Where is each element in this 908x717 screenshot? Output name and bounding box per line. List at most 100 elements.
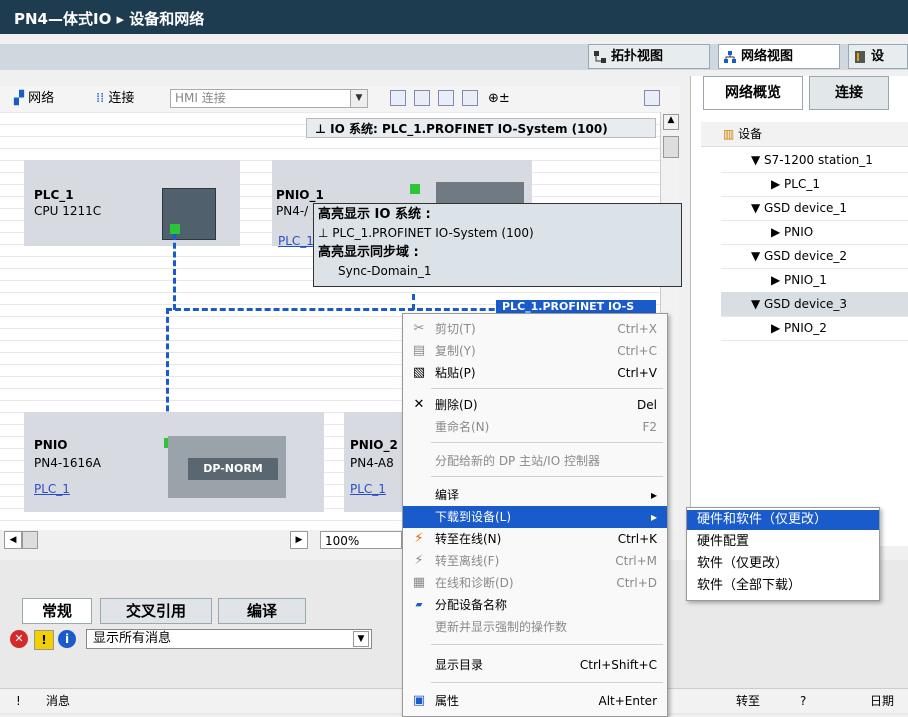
network-mode-icon: ▞ [14, 91, 24, 106]
device-plc1-name: PLC_1 [34, 188, 74, 202]
device-icon [855, 51, 865, 63]
h-scroll-thumb[interactable] [22, 531, 38, 549]
device-pnio1-name: PNIO_1 [276, 188, 324, 202]
submenu-item-sw-changes[interactable]: 软件（仅更改） [687, 554, 879, 574]
diagnostics-icon: ▦ [412, 575, 426, 590]
overview-row[interactable]: ▶ PNIO [721, 220, 908, 245]
error-filter-icon[interactable]: ✕ [10, 630, 28, 648]
warning-filter-icon[interactable]: ! [34, 630, 54, 650]
download-submenu: 硬件和软件（仅更改） 硬件配置 软件（仅更改） 软件（全部下载） [686, 507, 880, 601]
go-online-icon: ⚡ [414, 531, 424, 546]
menu-item-show-catalog[interactable]: 显示目录 Ctrl+Shift+C [403, 654, 667, 676]
menu-item-properties[interactable]: ▣ 属性 Alt+Enter [403, 690, 667, 712]
submenu-arrow-icon: ▸ [650, 510, 657, 524]
overview-row[interactable]: ▶ PLC_1 [721, 172, 908, 197]
tab-general[interactable]: 常规 [22, 598, 92, 624]
table-icon[interactable] [438, 90, 454, 106]
device-overview-icon: ▥ [723, 127, 735, 141]
profinet-port[interactable] [410, 184, 420, 194]
menu-item-download[interactable]: 下载到设备(L) ▸ [403, 506, 667, 528]
menu-item-paste[interactable]: ▧ 粘贴(P) Ctrl+V [403, 362, 667, 384]
menu-item-update-forced[interactable]: 更新并显示强制的操作数 [403, 616, 667, 638]
device-pnio2-name: PNIO_2 [350, 438, 398, 452]
submenu-item-sw-all[interactable]: 软件（全部下载） [687, 576, 879, 596]
paste-icon: ▧ [412, 365, 426, 380]
menu-item-cut[interactable]: ✂ 剪切(T) Ctrl+X [403, 318, 667, 340]
menu-item-go-offline[interactable]: ⚡ 转至离线(F) Ctrl+M [403, 550, 667, 572]
menu-separator [431, 644, 663, 645]
overview-row[interactable]: ▶ PNIO_1 [721, 268, 908, 293]
scroll-thumb[interactable] [663, 136, 679, 158]
tab-connections[interactable]: 连接 [809, 76, 889, 110]
profinet-port[interactable] [170, 224, 180, 234]
menu-separator [431, 442, 663, 443]
network-mode-button[interactable]: ▞ 网络 [14, 89, 54, 109]
topology-icon [594, 51, 606, 63]
menu-item-rename[interactable]: 重命名(N) F2 [403, 416, 667, 438]
zoom-level-field[interactable]: 100% [320, 531, 402, 549]
device-pnio1-link[interactable]: PLC_1 [278, 234, 314, 248]
pnio1-module-image [436, 182, 524, 204]
menu-item-copy[interactable]: ▤ 复制(Y) Ctrl+C [403, 340, 667, 362]
network-toolbar: ▞ 网络 ⁞⁞ 连接 HMI 连接 ▼ ⊕± [0, 86, 680, 112]
menu-item-assign-controller[interactable]: 分配给新的 DP 主站/IO 控制器 [403, 450, 667, 472]
menu-item-assign-name[interactable]: ▰ 分配设备名称 [403, 594, 667, 616]
device-pnio-name: PNIO [34, 438, 68, 452]
tab-cross-reference[interactable]: 交叉引用 [100, 598, 212, 624]
pin-icon: ⊥ [315, 122, 331, 136]
device-pnio-link[interactable]: PLC_1 [34, 482, 70, 496]
submenu-item-hw-config[interactable]: 硬件配置 [687, 532, 879, 552]
zoom-button[interactable]: ⊕± [488, 89, 510, 109]
delete-icon: ✕ [413, 397, 425, 412]
panel-icon[interactable] [462, 90, 478, 106]
network-icon [724, 51, 736, 63]
view-tabs-bar: 拓扑视图 网络视图 设 [0, 44, 908, 70]
overview-row[interactable]: ▼ S7-1200 station_1 [721, 148, 908, 173]
window-title: PN4—体式IO ▸ 设备和网络 [14, 10, 205, 28]
network-line-label[interactable]: PLC_1.PROFINET IO-S [496, 300, 656, 314]
profinet-link [412, 294, 415, 310]
scroll-left-icon[interactable]: ◀ [4, 531, 22, 549]
dp-norm-module: DP-NORM [168, 436, 286, 498]
tab-network-overview[interactable]: 网络概览 [703, 76, 803, 110]
overview-row[interactable]: ▼ GSD device_1 [721, 196, 908, 221]
device-pnio2-link[interactable]: PLC_1 [350, 482, 386, 496]
connect-mode-button[interactable]: ⁞⁞ 连接 [96, 89, 134, 109]
overview-row[interactable]: ▼ GSD device_3 [721, 292, 908, 317]
chevron-down-icon[interactable]: ▼ [353, 631, 369, 647]
overview-row[interactable]: ▼ GSD device_2 [721, 244, 908, 269]
menu-item-delete[interactable]: ✕ 删除(D) Del [403, 394, 667, 416]
tab-device-view[interactable]: 设 [848, 44, 908, 69]
menu-item-diagnostics[interactable]: ▦ 在线和诊断(D) Ctrl+D [403, 572, 667, 594]
menu-item-go-online[interactable]: ⚡ 转至在线(N) Ctrl+K [403, 528, 667, 550]
menu-item-compile[interactable]: 编译 ▸ [403, 484, 667, 506]
network-overview-panel: 网络概览 连接 ▥ 设备 ▼ S7-1200 station_1 ▶ PLC_1… [690, 76, 908, 546]
dp-norm-label: DP-NORM [188, 458, 278, 480]
scroll-right-icon[interactable]: ▶ [290, 531, 308, 549]
submenu-item-hw-sw-changes[interactable]: 硬件和软件（仅更改） [687, 510, 879, 530]
tab-network-view[interactable]: 网络视图 [718, 44, 840, 69]
device-names-icon[interactable] [390, 90, 406, 106]
scroll-up-icon[interactable]: ▲ [663, 114, 679, 130]
connection-type-select[interactable]: HMI 连接 ▼ [170, 89, 368, 108]
device-pnio-type: PN4-1616A [34, 456, 101, 470]
tab-compile[interactable]: 编译 [218, 598, 306, 624]
overview-header: ▥ 设备 [701, 122, 908, 147]
device-pnio1-type: PN4-/ [276, 204, 309, 218]
highlight-tooltip: 高亮显示 IO 系统 : ⊥ PLC_1.PROFINET IO-System … [313, 203, 682, 287]
device-name-icon: ▰ [415, 600, 423, 610]
io-system-label[interactable]: ⊥ IO 系统: PLC_1.PROFINET IO-System (100) [306, 118, 656, 138]
scissors-icon: ✂ [413, 321, 425, 336]
message-filter-select[interactable]: 显示所有消息 ▼ [86, 629, 372, 649]
tab-topology-view[interactable]: 拓扑视图 [588, 44, 710, 69]
connect-icon: ⁞⁞ [96, 91, 105, 106]
info-filter-icon[interactable]: i [58, 630, 76, 648]
chevron-down-icon[interactable]: ▼ [350, 90, 367, 107]
address-icon[interactable] [414, 90, 430, 106]
copy-icon: ▤ [412, 343, 426, 358]
menu-separator [431, 388, 663, 389]
device-plc1-type: CPU 1211C [34, 204, 102, 218]
properties-icon: ▣ [412, 693, 426, 708]
overview-row[interactable]: ▶ PNIO_2 [721, 316, 908, 341]
screenshot-icon[interactable] [644, 90, 660, 106]
